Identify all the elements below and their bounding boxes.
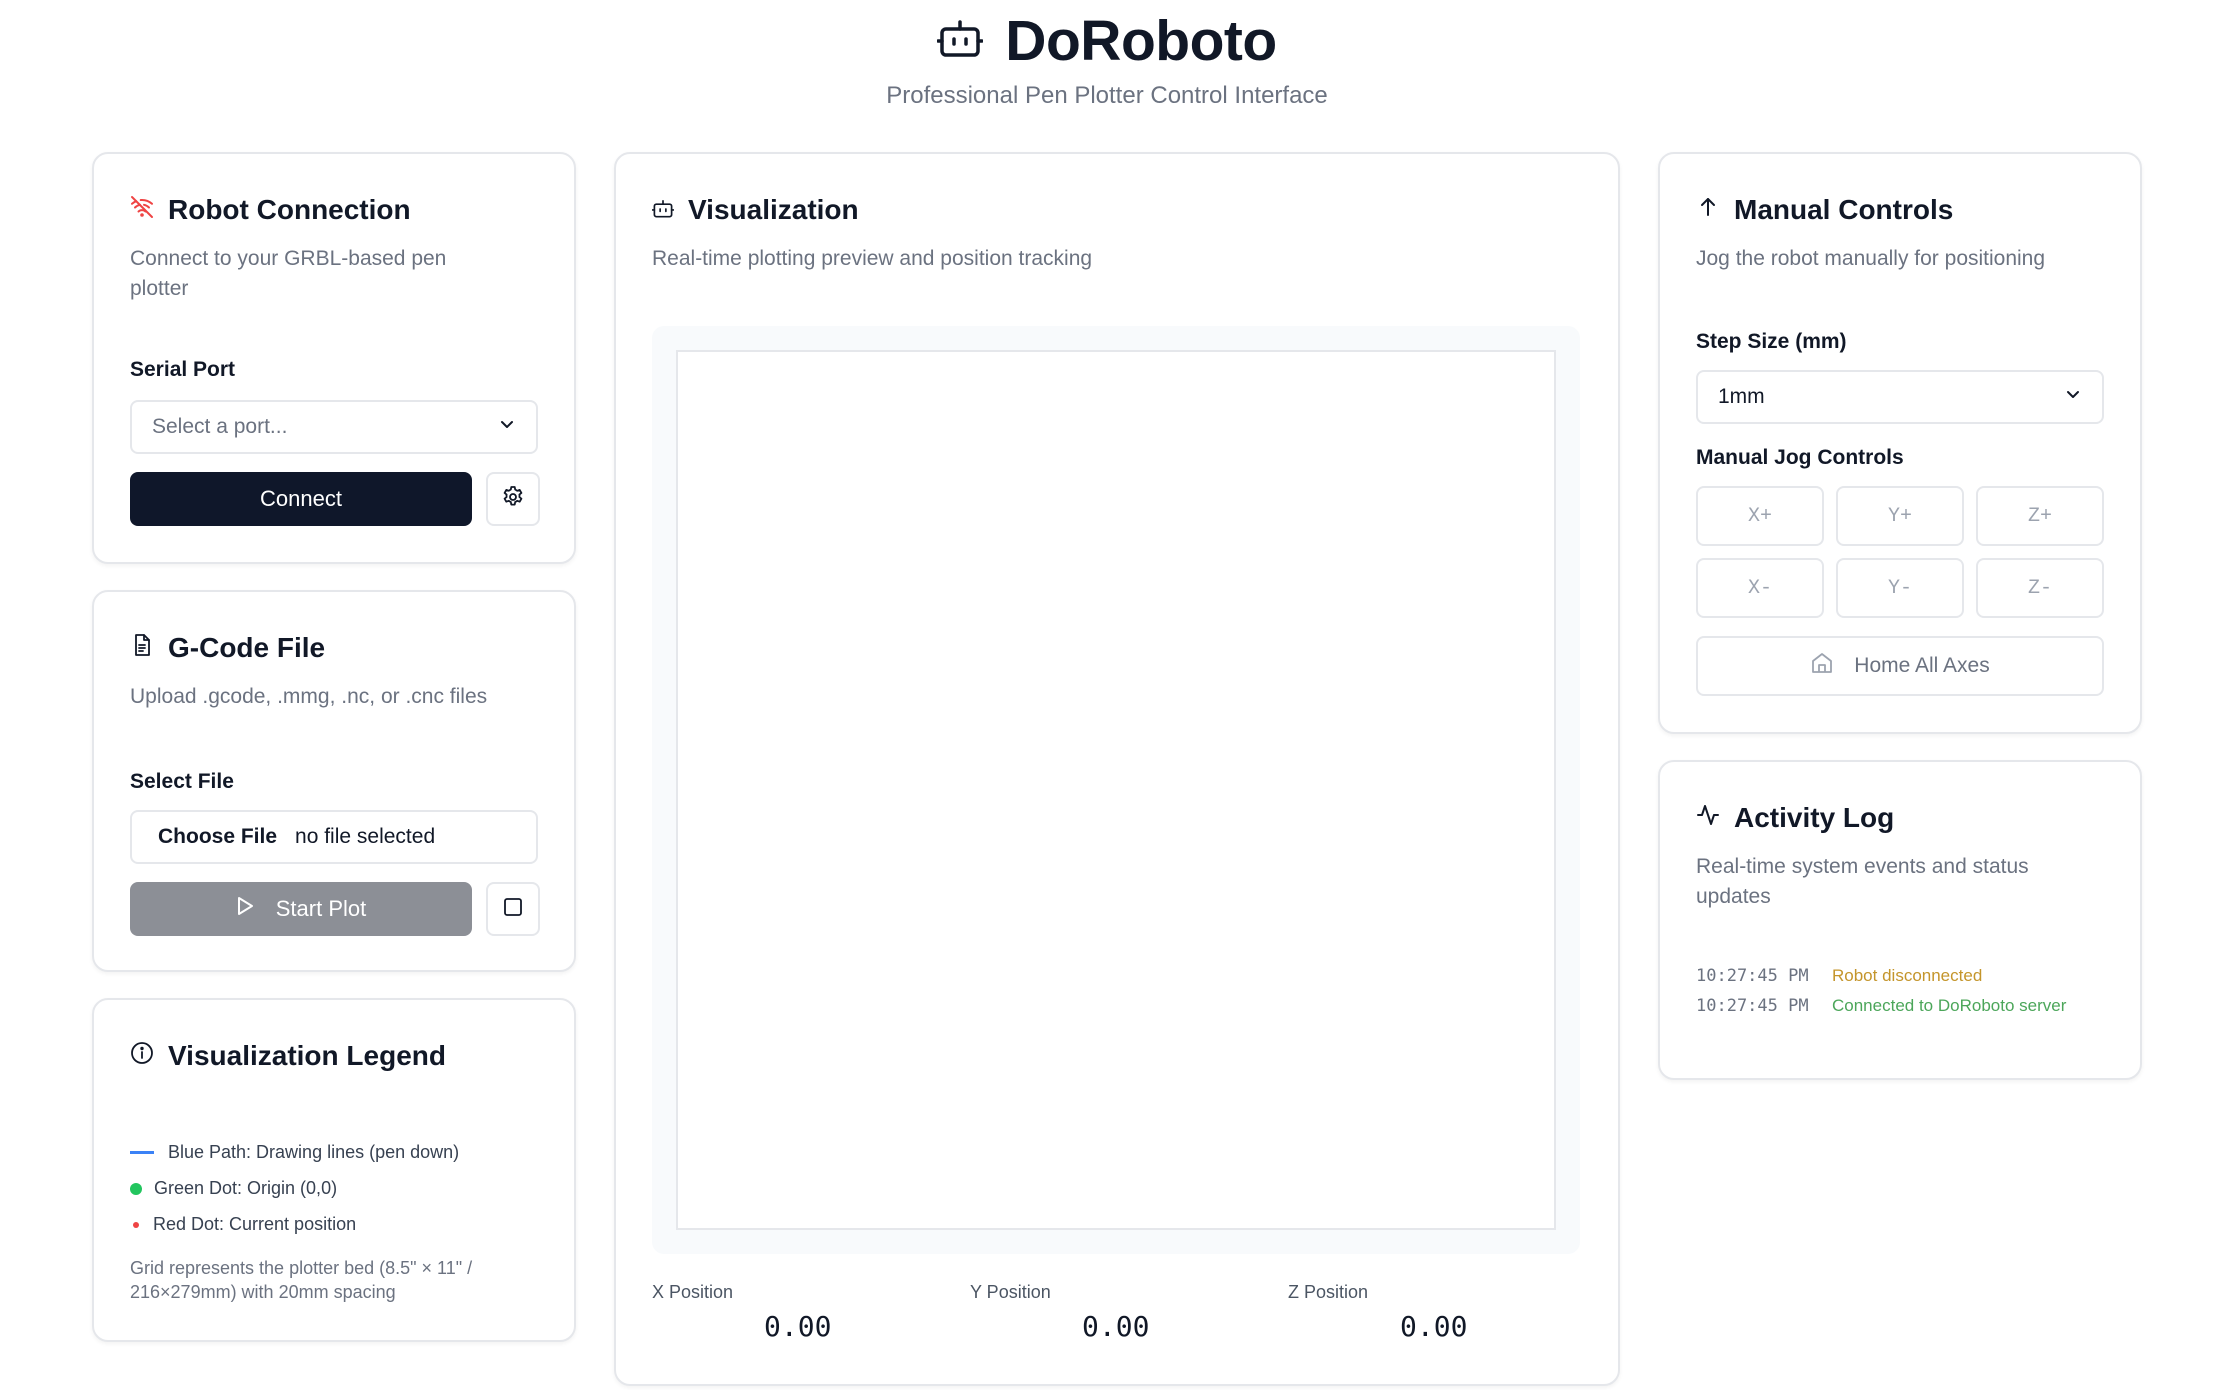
settings-button[interactable] (486, 472, 540, 526)
jog-y-minus-button[interactable]: Y- (1836, 558, 1964, 618)
activity-log-heading: Activity Log (1696, 802, 1894, 834)
y-position-label: Y Position (970, 1282, 1051, 1302)
gear-icon (501, 485, 525, 514)
legend-red-label: Red Dot: Current position (153, 1214, 357, 1234)
robot-connection-card: Robot Connection Connect to your GRBL-ba… (92, 152, 576, 564)
jog-controls-label: Manual Jog Controls (1696, 446, 1904, 469)
chevron-down-icon (2064, 385, 2082, 409)
z-position-label: Z Position (1288, 1282, 1369, 1302)
app-subtitle: Professional Pen Plotter Control Interfa… (886, 82, 1328, 109)
start-plot-button[interactable]: Start Plot (130, 882, 472, 936)
manual-controls-description: Jog the robot manually for positioning (1696, 247, 2046, 270)
visualization-description: Real-time plotting preview and position … (652, 247, 1093, 270)
file-status: no file selected (295, 825, 436, 848)
start-plot-label: Start Plot (275, 896, 367, 921)
log-entry-time: 10:27:45 PM (1696, 966, 1809, 986)
home-icon (1810, 651, 1834, 681)
serial-port-select[interactable]: Select a port... (130, 400, 538, 454)
arrow-up-icon (1696, 194, 1720, 226)
serial-port-placeholder: Select a port... (152, 415, 288, 438)
y-position-value: 0.00 (1082, 1310, 1150, 1343)
legend-blue-label: Blue Path: Drawing lines (pen down) (168, 1142, 460, 1162)
legend-title: Visualization Legend (168, 1040, 446, 1071)
jog-z-minus-button[interactable]: Z- (1976, 558, 2104, 618)
z-position-value: 0.00 (1400, 1310, 1468, 1343)
info-icon (130, 1040, 154, 1072)
visualization-title: Visualization (688, 194, 859, 225)
legend-item-red-dot: Red Dot: Current position (130, 1214, 356, 1235)
manual-controls-heading: Manual Controls (1696, 194, 1953, 226)
visualization-legend-card: Visualization Legend Blue Path: Drawing … (92, 998, 576, 1342)
legend-item-blue-path: Blue Path: Drawing lines (pen down) (130, 1142, 459, 1163)
home-all-axes-button[interactable]: Home All Axes (1696, 636, 2104, 696)
select-file-label: Select File (130, 770, 234, 793)
square-icon (503, 897, 523, 922)
jog-x-minus-button[interactable]: X- (1696, 558, 1824, 618)
robot-connection-title: Robot Connection (168, 194, 411, 225)
legend-item-green-dot: Green Dot: Origin (0,0) (130, 1178, 337, 1199)
log-entry-message: Connected to DoRoboto server (1832, 996, 2067, 1015)
activity-log-description: Real-time system events and status updat… (1696, 855, 2029, 908)
activity-log-title: Activity Log (1734, 802, 1895, 833)
gcode-heading: G-Code File (130, 632, 325, 664)
plot-canvas[interactable] (676, 350, 1556, 1230)
blue-line-swatch (130, 1151, 154, 1154)
x-position-label: X Position (652, 1282, 734, 1302)
gcode-description: Upload .gcode, .mmg, .nc, or .cnc files (130, 685, 488, 708)
log-entry-time: 10:27:45 PM (1696, 996, 1809, 1016)
wifi-off-icon (130, 194, 154, 226)
legend-note: Grid represents the plotter bed (8.5" × … (130, 1258, 473, 1302)
robot-icon (651, 194, 675, 226)
step-size-value: 1mm (1718, 385, 1765, 408)
step-size-select[interactable]: 1mm (1696, 370, 2104, 424)
jog-z-plus-button[interactable]: Z+ (1976, 486, 2104, 546)
legend-green-label: Green Dot: Origin (0,0) (154, 1178, 338, 1198)
gcode-title: G-Code File (168, 632, 326, 663)
activity-log-card: Activity Log Real-time system events and… (1658, 760, 2142, 1080)
app-title: DoRoboto (1005, 9, 1277, 73)
file-text-icon (130, 632, 154, 664)
visualization-heading: Visualization (651, 194, 859, 226)
serial-port-label: Serial Port (130, 358, 236, 381)
legend-heading: Visualization Legend (130, 1040, 446, 1072)
robot-connection-description: Connect to your GRBL-based pen plotter (130, 247, 447, 300)
robot-icon (936, 19, 985, 64)
x-position-value: 0.00 (764, 1310, 832, 1343)
manual-controls-card: Manual Controls Jog the robot manually f… (1658, 152, 2142, 734)
step-size-label: Step Size (mm) (1696, 330, 1847, 353)
green-dot-swatch (130, 1182, 142, 1195)
visualization-card: Visualization Real-time plotting preview… (614, 152, 1620, 1386)
chevron-down-icon (498, 415, 516, 439)
choose-file-button[interactable]: Choose File (158, 825, 277, 849)
jog-x-plus-button[interactable]: X+ (1696, 486, 1824, 546)
gcode-file-card: G-Code File Upload .gcode, .mmg, .nc, or… (92, 590, 576, 972)
log-entry-message: Robot disconnected (1832, 966, 1983, 985)
file-input[interactable]: Choose File no file selected (130, 810, 538, 864)
red-dot-swatch (133, 1221, 139, 1228)
play-icon (236, 895, 254, 923)
robot-connection-heading: Robot Connection (130, 194, 411, 226)
connect-button[interactable]: Connect (130, 472, 472, 526)
home-all-axes-label: Home All Axes (1854, 654, 1990, 677)
stop-button[interactable] (486, 882, 540, 936)
plot-canvas-container (652, 326, 1580, 1254)
activity-icon (1696, 802, 1720, 834)
jog-y-plus-button[interactable]: Y+ (1836, 486, 1964, 546)
manual-controls-title: Manual Controls (1734, 194, 1954, 225)
